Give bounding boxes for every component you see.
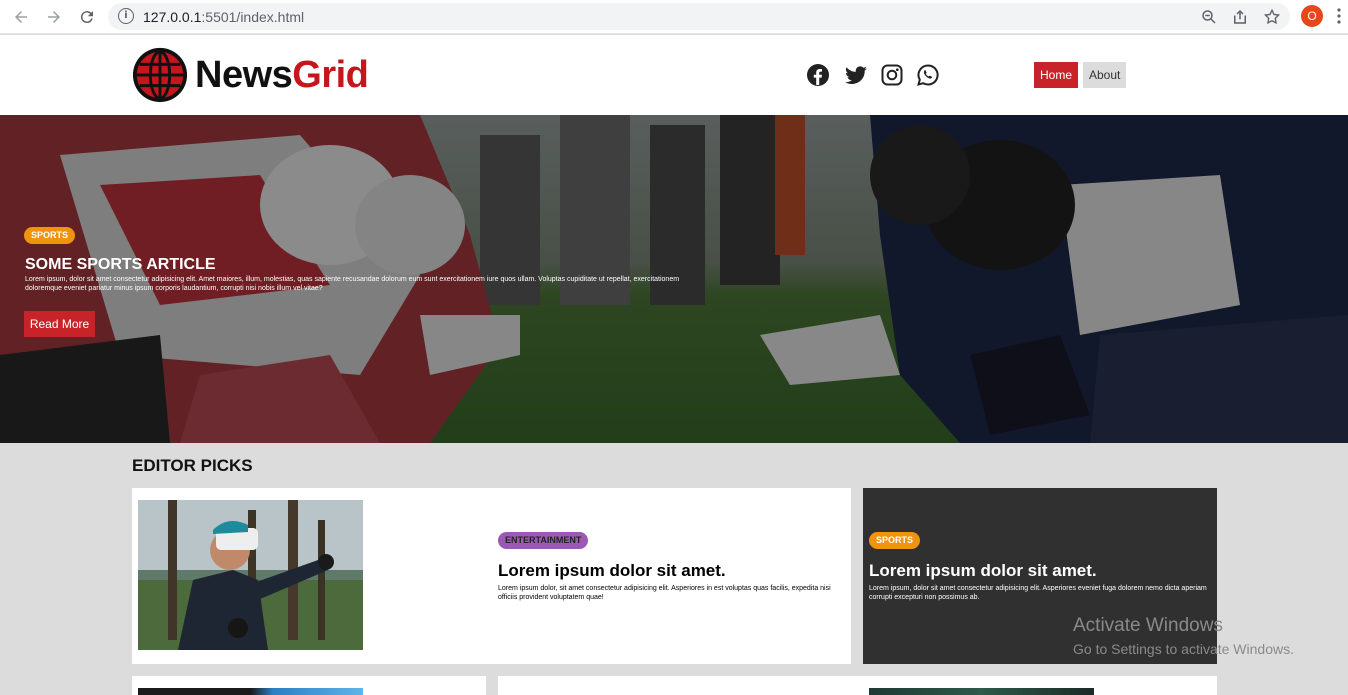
card-title[interactable]: Lorem ipsum dolor sit amet. bbox=[869, 561, 1209, 581]
site-logo[interactable]: NewsGrid bbox=[131, 46, 369, 104]
whatsapp-icon[interactable] bbox=[916, 63, 940, 87]
reload-icon[interactable] bbox=[76, 6, 98, 28]
forward-arrow-icon[interactable] bbox=[43, 6, 65, 28]
nav-home-button[interactable]: Home bbox=[1034, 62, 1078, 88]
globe-logo-icon bbox=[132, 47, 188, 103]
category-badge[interactable]: SPORTS bbox=[869, 532, 921, 549]
bookmark-star-icon[interactable] bbox=[1263, 8, 1281, 26]
card-excerpt: Lorem ipsum, dolor sit amet consectetur … bbox=[869, 585, 1207, 601]
site-name: NewsGrid bbox=[195, 53, 369, 96]
address-bar[interactable]: i 127.0.0.1:5501/index.html bbox=[108, 3, 1290, 30]
twitter-icon[interactable] bbox=[844, 63, 868, 87]
nav-about-button[interactable]: About bbox=[1083, 62, 1126, 88]
share-icon[interactable] bbox=[1231, 8, 1249, 26]
section-title: EDITOR PICKS bbox=[132, 456, 253, 475]
url-text: 127.0.0.1:5501/index.html bbox=[143, 9, 305, 25]
info-icon[interactable]: i bbox=[118, 8, 134, 24]
vr-photo-image bbox=[138, 500, 363, 650]
article-thumbnail bbox=[138, 688, 363, 695]
card-title[interactable]: Lorem ipsum dolor sit amet. bbox=[498, 561, 843, 581]
card-excerpt: Lorem ipsum dolor, sit amet consectetur … bbox=[498, 585, 831, 601]
hero-title: SOME SPORTS ARTICLE bbox=[25, 256, 216, 273]
hero-excerpt: Lorem ipsum, dolor sit amet consectetur … bbox=[25, 276, 680, 292]
instagram-icon[interactable] bbox=[880, 63, 904, 87]
back-arrow-icon[interactable] bbox=[10, 6, 32, 28]
kebab-menu-icon[interactable] bbox=[1336, 7, 1342, 25]
article-thumbnail[interactable] bbox=[138, 500, 363, 650]
browser-toolbar: i 127.0.0.1:5501/index.html O bbox=[0, 0, 1348, 34]
hero-category-badge[interactable]: SPORTS bbox=[24, 227, 76, 244]
category-badge[interactable]: ENTERTAINMENT bbox=[498, 532, 589, 549]
card-body: ENTERTAINMENT Lorem ipsum dolor sit amet… bbox=[498, 530, 843, 602]
facebook-icon[interactable] bbox=[806, 63, 830, 87]
read-more-button[interactable]: Read More bbox=[24, 311, 95, 337]
hero-banner: SPORTS SOME SPORTS ARTICLE Lorem ipsum, … bbox=[0, 115, 1348, 443]
profile-avatar[interactable]: O bbox=[1301, 5, 1323, 27]
article-card[interactable] bbox=[863, 676, 1217, 695]
article-card[interactable] bbox=[132, 676, 486, 695]
editor-pick-card[interactable]: ENTERTAINMENT Lorem ipsum dolor sit amet… bbox=[132, 488, 851, 664]
windows-activation-watermark: Activate Windows Go to Settings to activ… bbox=[1073, 615, 1294, 657]
zoom-icon[interactable] bbox=[1200, 8, 1218, 26]
site-header: NewsGrid Home About bbox=[0, 35, 1348, 115]
card-body: SPORTS Lorem ipsum dolor sit amet. Lorem… bbox=[869, 530, 1209, 602]
article-thumbnail bbox=[869, 688, 1094, 695]
